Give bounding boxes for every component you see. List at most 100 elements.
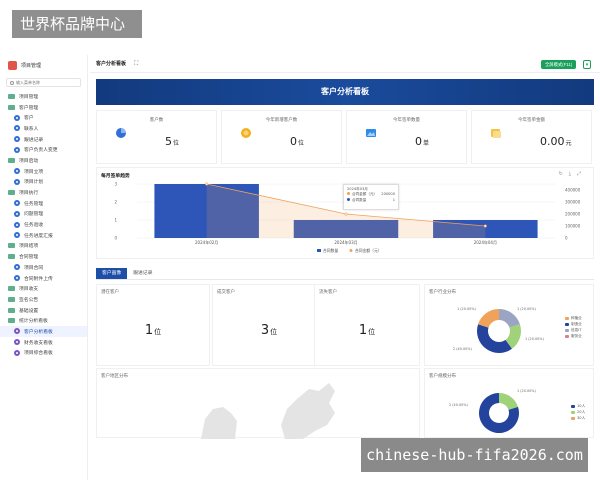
sidebar-group[interactable]: 合同管理 (0, 251, 87, 262)
folder-icon (8, 190, 15, 196)
sidebar-item-label: 项目合同 (24, 265, 44, 271)
legend-item[interactable]: 30人 (571, 415, 585, 421)
menu-item-icon (14, 125, 20, 132)
menu-item-icon (14, 339, 20, 346)
stat-value: 0单 (415, 135, 430, 148)
y-right-tick-label: 400000 (565, 188, 581, 193)
sidebar-item-label: 项目综合看板 (24, 351, 53, 357)
menu-item-icon (14, 328, 20, 335)
sidebar-item[interactable]: 问题管理 (0, 209, 87, 220)
sidebar-item[interactable]: 任务进度汇报 (0, 230, 87, 241)
sidebar-item[interactable]: 合同附件上传 (0, 273, 87, 284)
stat-card-orders: 今年签单数量 0单 (346, 110, 467, 164)
sidebar-item[interactable]: 任务验收 (0, 219, 87, 230)
lost-customers-card: 流失客户 1位 (314, 284, 420, 366)
donut-slice (478, 309, 499, 328)
y-right-tick-label: 0 (565, 236, 568, 241)
sidebar-item[interactable]: 财务收支看板 (0, 337, 87, 348)
folder-icon (491, 129, 501, 138)
sidebar-item-label: 客户 (24, 116, 34, 122)
legend-label: 合同数量 (323, 248, 338, 253)
page-tab[interactable]: 客户分析看板 (90, 60, 126, 67)
sidebar-item[interactable]: 客户负责人变更 (0, 144, 87, 155)
folder-icon (8, 254, 15, 260)
tooltip-row: 合同数量 1 (347, 197, 395, 203)
menu-item-icon (14, 178, 20, 185)
sidebar-group[interactable]: 签名公告 (0, 294, 87, 305)
menu-item-icon (14, 264, 20, 271)
sidebar-item[interactable]: 项目合同 (0, 262, 87, 273)
sidebar-group[interactable]: 基础设置 (0, 305, 87, 316)
y-right-tick-label: 200000 (565, 212, 581, 217)
chart-tools: ↻⤓⤢ (559, 171, 587, 177)
menu-item-icon (14, 168, 20, 175)
stat-value: 0.00元 (540, 135, 572, 148)
sidebar-item[interactable]: 联系人 (0, 123, 87, 134)
mini-label: 潜在客户 (101, 290, 119, 295)
chevron-down-icon[interactable]: ▾ (583, 60, 591, 69)
sidebar-group[interactable]: 项目收支 (0, 283, 87, 294)
sidebar-item-label: 任务验收 (24, 223, 44, 229)
app-name: 项目管理 (21, 62, 42, 69)
legend-item[interactable]: 服务业 (565, 333, 582, 339)
sidebar-item-label: 跟进记录 (24, 137, 44, 143)
sidebar-item-label: 项目执行 (19, 191, 39, 197)
sidebar-item-label: 项目启动 (19, 158, 39, 164)
fullscreen-button[interactable]: 全屏模式(F11) (541, 60, 577, 69)
sidebar-item[interactable]: 项目综合看板 (0, 348, 87, 359)
line-point (483, 224, 487, 228)
stat-label: 客户数 (149, 118, 164, 123)
menu-search[interactable] (6, 78, 81, 87)
folder-icon (8, 157, 15, 163)
legend-swatch (349, 249, 353, 252)
sidebar-item[interactable]: 项目立项 (0, 166, 87, 177)
coin-icon (241, 128, 251, 138)
folder-icon (8, 318, 15, 324)
donut-slice (499, 309, 520, 328)
line-point (205, 182, 209, 186)
menu-item-icon (14, 136, 20, 143)
sidebar-group[interactable]: 统计分析看板 (0, 315, 87, 326)
menu-item-icon (14, 200, 20, 207)
sidebar-item[interactable]: 客户 (0, 112, 87, 123)
sidebar-item[interactable]: 客户分析看板 (0, 326, 87, 337)
profile-tabs: 客户画像 跟进记录 (96, 268, 594, 280)
folder-icon (8, 93, 15, 99)
sidebar-nav: 项目管理 客户管理客户联系人跟进记录客户负责人变更项目启动项目立项项目计划项目执行… (0, 91, 87, 358)
sidebar-group[interactable]: 客户管理 (0, 102, 87, 113)
sidebar-item-label: 客户负责人变更 (24, 148, 58, 154)
sidebar-item-label: 联系人 (24, 126, 39, 132)
menu-item-icon (14, 232, 20, 239)
menu-item-icon (14, 275, 20, 282)
tab-follow-up[interactable]: 跟进记录 (127, 268, 158, 279)
sidebar-item-label: 项目立项 (24, 169, 44, 175)
mini-label: 流失客户 (319, 290, 337, 295)
folder-icon (8, 243, 15, 249)
user-pie-icon (116, 128, 126, 138)
download-icon[interactable]: ⤓ (569, 171, 577, 177)
sidebar-group[interactable]: 项目管理 (0, 91, 87, 102)
sidebar-item[interactable]: 任务管理 (0, 198, 87, 209)
sidebar-item[interactable]: 项目计划 (0, 177, 87, 188)
sidebar-item[interactable]: 跟进记录 (0, 134, 87, 145)
refresh-icon[interactable]: ↻ (559, 171, 569, 177)
region-map-card: 客户地区分布 (96, 368, 420, 439)
closed-customers-card: 成交客户 3位 (212, 284, 326, 366)
sidebar-item-label: 合同附件上传 (24, 276, 53, 282)
map-region (281, 383, 335, 439)
chart-tooltip: 2024年03月 合同金额（元） 200000 合同数量 1 (343, 184, 399, 210)
menu-search-input[interactable] (16, 80, 76, 85)
mini-value: 1位 (144, 323, 162, 338)
fullscreen-icon[interactable]: ⤢ (577, 171, 587, 177)
app-logo-row: 项目管理 (0, 55, 87, 75)
slice-label: 1 (20.00%) (517, 307, 536, 311)
sidebar-group[interactable]: 项目启动 (0, 155, 87, 166)
sidebar-group[interactable]: 项目执行 (0, 187, 87, 198)
slice-label: 1 (20.00%) (517, 389, 536, 393)
tab-customer-profile[interactable]: 客户画像 (96, 268, 128, 279)
expand-icon[interactable]: ⛶ (134, 60, 138, 68)
sidebar: 项目管理 项目管理客户管理客户联系人跟进记录客户负责人变更项目启动项目立项项目计… (0, 55, 88, 480)
sidebar-group[interactable]: 项目结项 (0, 241, 87, 252)
sidebar-item-label: 项目结项 (19, 244, 39, 250)
stat-card-customers: 客户数 5位 (96, 110, 217, 164)
